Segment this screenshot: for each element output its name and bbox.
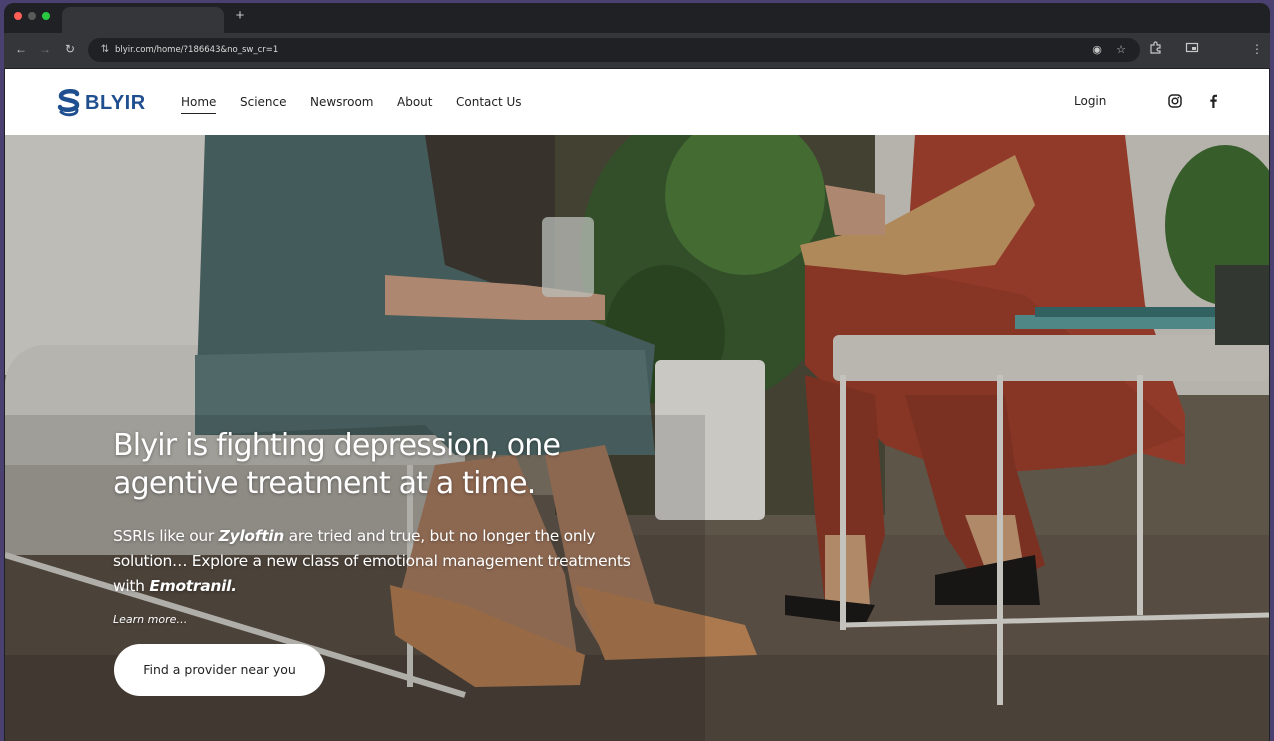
address-bar[interactable]: ⇅ blyir.com/home/?186643&no_sw_cr=1 ◉ ☆	[88, 38, 1140, 62]
star-icon[interactable]: ☆	[1113, 42, 1129, 58]
site-settings-icon[interactable]: ⇅	[98, 43, 112, 57]
product-zyloftin: Zyloftin	[218, 527, 285, 545]
hero-title-line1: Blyir is fighting depression, one	[113, 428, 561, 463]
brand-logo[interactable]: BLYIR	[55, 88, 146, 118]
hero-title-line2: agentive treatment at a time.	[113, 466, 536, 501]
forward-icon[interactable]: →	[37, 41, 53, 57]
maximize-window-button[interactable]	[42, 12, 50, 20]
logo-text: BLYIR	[85, 91, 146, 114]
reload-icon[interactable]: ↻	[62, 41, 78, 57]
url-text[interactable]: blyir.com/home/?186643&no_sw_cr=1	[115, 44, 278, 56]
find-provider-button[interactable]: Find a provider near you	[114, 644, 325, 696]
hero-body-text1: SSRIs like our	[113, 527, 219, 545]
menu-icon[interactable]: ⋮	[1249, 41, 1265, 57]
nav-link-home[interactable]: Home	[181, 94, 217, 114]
site-header: BLYIR Home Science Newsroom About Contac…	[5, 69, 1269, 135]
tab-strip: +	[4, 3, 1270, 33]
product-emotranil: Emotranil.	[149, 577, 237, 595]
web-page: BLYIR Home Science Newsroom About Contac…	[5, 69, 1269, 741]
facebook-icon[interactable]	[1208, 94, 1224, 110]
instagram-icon[interactable]	[1168, 94, 1184, 110]
nav-link-about[interactable]: About	[397, 94, 432, 110]
back-icon[interactable]: ←	[13, 41, 29, 57]
nav-link-newsroom[interactable]: Newsroom	[310, 94, 373, 110]
browser-tab[interactable]	[62, 7, 224, 33]
hero-body: SSRIs like our Zyloftin are tried and tr…	[113, 524, 653, 599]
hero-title: Blyir is fighting depression, one agenti…	[113, 427, 673, 503]
nav-link-science[interactable]: Science	[240, 94, 287, 110]
cast-icon[interactable]	[1184, 41, 1200, 57]
eye-icon[interactable]: ◉	[1089, 42, 1105, 58]
logo-mark-icon	[57, 89, 80, 117]
learn-more-link[interactable]: Learn more…	[113, 613, 187, 626]
browser-window: + ← → ↻ ⇅ blyir.com/home/?186643&no_sw_c…	[4, 3, 1270, 741]
close-window-button[interactable]	[14, 12, 22, 20]
minimize-window-button[interactable]	[28, 12, 36, 20]
extensions-icon[interactable]	[1148, 41, 1164, 57]
hero-section: Blyir is fighting depression, one agenti…	[5, 135, 1269, 741]
new-tab-button[interactable]: +	[232, 7, 248, 25]
nav-link-contact-us[interactable]: Contact Us	[456, 94, 522, 110]
login-link[interactable]: Login	[1074, 94, 1106, 108]
browser-toolbar: ← → ↻ ⇅ blyir.com/home/?186643&no_sw_cr=…	[4, 33, 1270, 68]
